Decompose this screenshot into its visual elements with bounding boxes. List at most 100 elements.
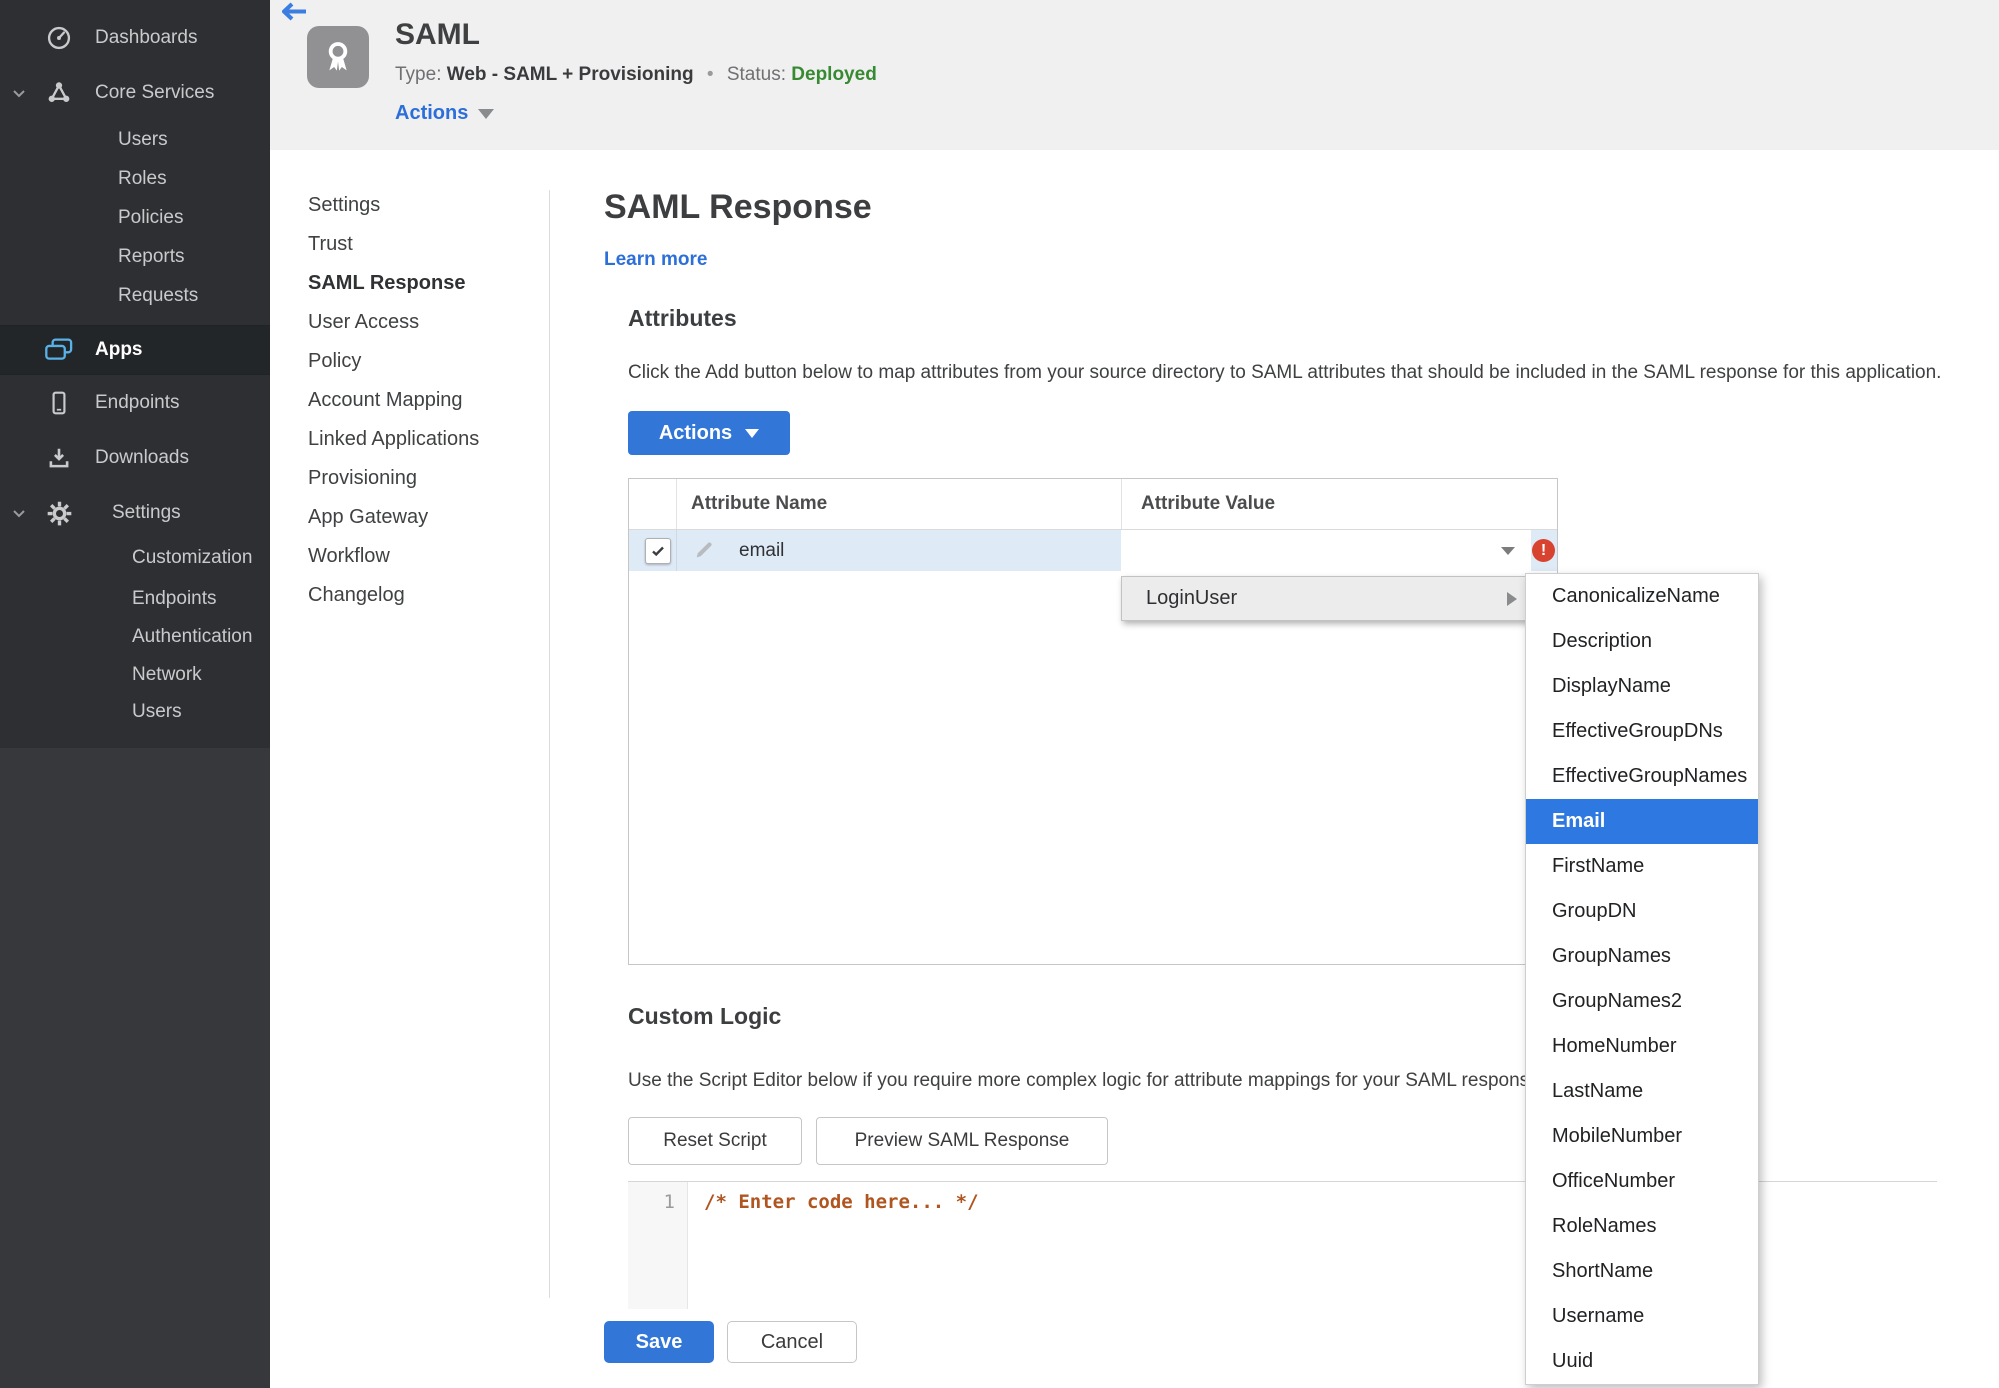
sidebar-item-endpoints-settings[interactable]: Endpoints — [0, 579, 270, 619]
column-divider — [676, 479, 677, 529]
menu-item-displayname[interactable]: DisplayName — [1526, 664, 1758, 709]
menu-item-email-selected[interactable]: Email — [1526, 799, 1758, 844]
menu-item-groupnames2[interactable]: GroupNames2 — [1526, 979, 1758, 1024]
tab-changelog[interactable]: Changelog — [308, 576, 538, 615]
sidebar-item-label: Endpoints — [95, 392, 180, 413]
sidebar-item-label: Downloads — [95, 447, 189, 468]
sidebar-item-label: Customization — [132, 547, 253, 568]
tab-saml-response[interactable]: SAML Response — [308, 264, 538, 303]
header-actions-menu[interactable]: Actions — [395, 102, 495, 125]
sidebar-item-downloads[interactable]: Downloads — [0, 438, 270, 478]
row-checkbox[interactable] — [645, 538, 671, 564]
tab-app-gateway[interactable]: App Gateway — [308, 498, 538, 537]
sidebar-item-endpoints[interactable]: Endpoints — [0, 383, 270, 423]
menu-item-mobilenumber[interactable]: MobileNumber — [1526, 1114, 1758, 1159]
menu-item-description[interactable]: Description — [1526, 619, 1758, 664]
sidebar-nav: Dashboards Core Services Users Roles Pol… — [0, 0, 270, 748]
sidebar-item-label: Reports — [118, 246, 185, 267]
dropdown-parent-item-loginuser[interactable]: LoginUser — [1121, 576, 1530, 621]
menu-item-rolenames[interactable]: RoleNames — [1526, 1204, 1758, 1249]
sidebar-item-customization[interactable]: Customization — [0, 538, 270, 578]
app-header: SAML Type: Web - SAML + Provisioning • S… — [270, 0, 1999, 150]
sidebar-item-label: Core Services — [95, 82, 215, 103]
download-icon — [44, 443, 74, 473]
sidebar-item-label: Roles — [118, 168, 167, 189]
preview-saml-response-button[interactable]: Preview SAML Response — [816, 1117, 1108, 1165]
tab-user-access[interactable]: User Access — [308, 303, 538, 342]
tab-trust[interactable]: Trust — [308, 225, 538, 264]
sidebar-item-label: Authentication — [132, 626, 253, 647]
menu-item-shortname[interactable]: ShortName — [1526, 1249, 1758, 1294]
menu-item-canonicalizename[interactable]: CanonicalizeName — [1526, 574, 1758, 619]
tab-settings[interactable]: Settings — [308, 186, 538, 225]
menu-item-homenumber[interactable]: HomeNumber — [1526, 1024, 1758, 1069]
gauge-icon — [44, 23, 74, 53]
sidebar-item-label: Apps — [95, 339, 143, 360]
sidebar-item-reports[interactable]: Reports — [0, 237, 270, 277]
app-title: SAML — [395, 18, 480, 51]
menu-item-groupnames[interactable]: GroupNames — [1526, 934, 1758, 979]
menu-item-groupdn[interactable]: GroupDN — [1526, 889, 1758, 934]
column-divider — [1121, 479, 1122, 529]
sidebar-item-policies[interactable]: Policies — [0, 198, 270, 238]
menu-item-username[interactable]: Username — [1526, 1294, 1758, 1339]
editor-gutter: 1 — [628, 1182, 688, 1309]
sidebar-item-users[interactable]: Users — [0, 120, 270, 160]
table-row[interactable]: email ! — [629, 530, 1557, 571]
attributes-table: Attribute Name Attribute Value email ! — [628, 478, 1558, 965]
attributes-actions-button[interactable]: Actions — [628, 411, 790, 455]
menu-item-lastname[interactable]: LastName — [1526, 1069, 1758, 1114]
saml-app-icon — [307, 26, 369, 88]
editor-code: /* Enter code here... */ — [704, 1191, 979, 1213]
sidebar-item-label: Dashboards — [95, 27, 198, 48]
line-number: 1 — [663, 1191, 675, 1213]
sidebar-item-authentication[interactable]: Authentication — [0, 617, 270, 657]
menu-item-officenumber[interactable]: OfficeNumber — [1526, 1159, 1758, 1204]
submenu-arrow-icon — [1507, 592, 1517, 606]
sidebar-item-apps-active[interactable]: Apps — [0, 325, 270, 375]
tab-account-mapping[interactable]: Account Mapping — [308, 381, 538, 420]
sidebar-item-users-settings[interactable]: Users — [0, 692, 270, 732]
sidebar-item-roles[interactable]: Roles — [0, 159, 270, 199]
sidebar-item-label: Users — [132, 701, 182, 722]
learn-more-link[interactable]: Learn more — [604, 249, 707, 271]
sidebar-item-core-services[interactable]: Core Services — [0, 73, 270, 113]
app-section-nav: Settings Trust SAML Response User Access… — [308, 186, 538, 615]
column-header-attribute-name: Attribute Name — [691, 493, 828, 514]
app-window: Dashboards Core Services Users Roles Pol… — [0, 0, 1999, 1388]
menu-item-effectivegroupnames[interactable]: EffectiveGroupNames — [1526, 754, 1758, 799]
sidebar-item-dashboards[interactable]: Dashboards — [0, 18, 270, 58]
edit-pencil-icon[interactable] — [693, 539, 715, 566]
chevron-down-icon — [11, 85, 27, 106]
nav-content-divider — [549, 190, 550, 1298]
menu-item-effectivegroupdns[interactable]: EffectiveGroupDNs — [1526, 709, 1758, 754]
save-button[interactable]: Save — [604, 1321, 714, 1363]
custom-logic-heading: Custom Logic — [628, 1003, 782, 1029]
error-icon: ! — [1532, 539, 1555, 562]
back-arrow-icon[interactable] — [282, 2, 308, 26]
sidebar-item-label: Policies — [118, 207, 184, 228]
attributes-description: Click the Add button below to map attrib… — [628, 362, 1942, 383]
attribute-name-cell: email — [739, 540, 785, 561]
sidebar: Dashboards Core Services Users Roles Pol… — [0, 0, 270, 1388]
menu-item-firstname[interactable]: FirstName — [1526, 844, 1758, 889]
attributes-heading: Attributes — [628, 305, 737, 331]
chevron-down-icon — [478, 108, 495, 119]
menu-item-uuid[interactable]: Uuid — [1526, 1339, 1758, 1384]
custom-logic-description: Use the Script Editor below if you requi… — [628, 1070, 1545, 1091]
tab-provisioning[interactable]: Provisioning — [308, 459, 538, 498]
tab-workflow[interactable]: Workflow — [308, 537, 538, 576]
tab-linked-applications[interactable]: Linked Applications — [308, 420, 538, 459]
chevron-down-icon — [11, 505, 27, 526]
attribute-value-dropdown[interactable] — [1121, 530, 1531, 571]
reset-script-button[interactable]: Reset Script — [628, 1117, 802, 1165]
gear-icon — [44, 498, 74, 528]
sidebar-item-settings[interactable]: Settings — [0, 493, 270, 533]
sidebar-item-network[interactable]: Network — [0, 655, 270, 695]
header-actions-label: Actions — [395, 102, 469, 124]
sidebar-item-requests[interactable]: Requests — [0, 276, 270, 316]
cancel-button[interactable]: Cancel — [727, 1321, 857, 1363]
hub-icon — [44, 78, 74, 108]
column-header-attribute-value: Attribute Value — [1141, 493, 1276, 514]
tab-policy[interactable]: Policy — [308, 342, 538, 381]
